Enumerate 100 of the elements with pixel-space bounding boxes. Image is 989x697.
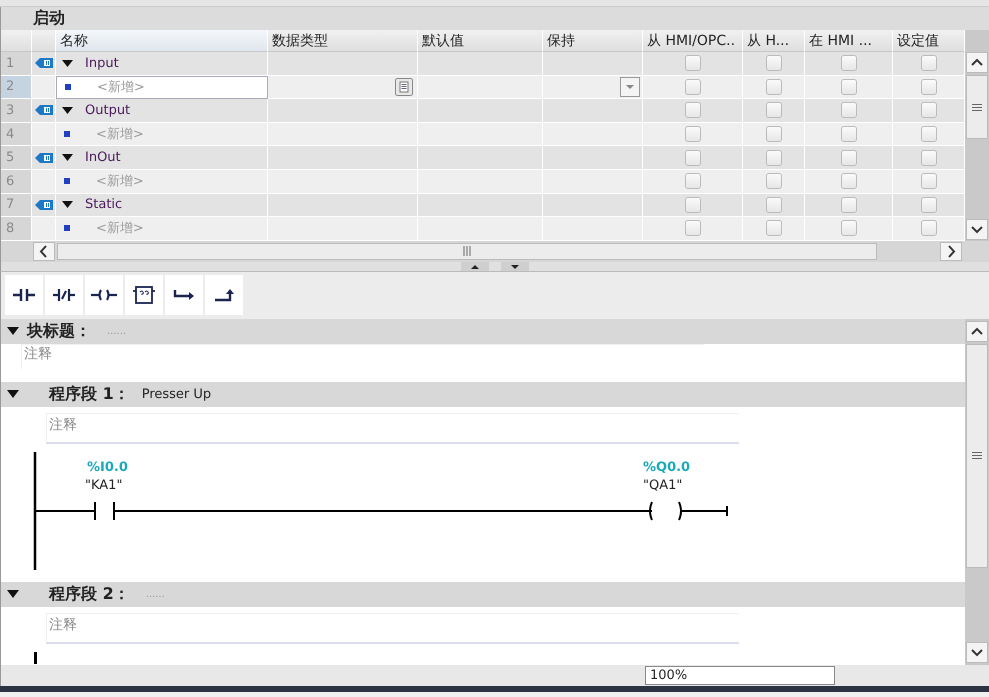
scroll-up-button[interactable]: [966, 52, 988, 73]
table-cell[interactable]: [805, 217, 893, 241]
table-cell[interactable]: [893, 99, 965, 123]
checkbox[interactable]: [766, 78, 782, 95]
checkbox[interactable]: [920, 55, 936, 72]
checkbox[interactable]: [684, 78, 700, 95]
checkbox[interactable]: [684, 150, 700, 166]
table-cell[interactable]: [418, 194, 543, 218]
table-cell[interactable]: InOut: [56, 146, 268, 170]
scrollbar-thumb[interactable]: [966, 344, 988, 568]
collapse-triangle-icon[interactable]: [62, 201, 73, 208]
table-cell[interactable]: [643, 146, 743, 170]
table-cell[interactable]: [268, 217, 418, 241]
comment-field[interactable]: 注释: [46, 612, 739, 644]
table-cell[interactable]: [743, 99, 805, 123]
table-cell[interactable]: [543, 76, 643, 100]
table-cell[interactable]: [268, 99, 418, 123]
row-number[interactable]: 4: [1, 122, 32, 146]
table-cell[interactable]: [268, 146, 418, 170]
table-cell[interactable]: [743, 122, 805, 146]
checkbox[interactable]: [840, 78, 856, 95]
table-cell[interactable]: [805, 99, 893, 123]
table-cell[interactable]: [543, 122, 643, 146]
table-cell[interactable]: [893, 76, 965, 100]
checkbox[interactable]: [766, 150, 782, 166]
add-new-entry[interactable]: <新增>: [96, 219, 144, 238]
table-cell[interactable]: [543, 99, 643, 123]
checkbox[interactable]: [920, 173, 936, 190]
zoom-field[interactable]: 100%: [645, 666, 835, 685]
table-cell[interactable]: [32, 122, 56, 146]
table-cell[interactable]: [418, 76, 543, 100]
open-branch-button[interactable]: [165, 274, 203, 315]
checkbox[interactable]: [684, 126, 700, 142]
table-cell[interactable]: Input: [56, 52, 268, 76]
checkbox[interactable]: [840, 196, 856, 213]
column-header[interactable]: 设定值: [893, 30, 965, 52]
row-number[interactable]: 1: [1, 52, 32, 76]
scroll-left-button[interactable]: [33, 242, 55, 261]
table-cell[interactable]: <新增>: [56, 217, 268, 241]
scroll-up-button[interactable]: [966, 320, 988, 342]
table-cell[interactable]: [268, 170, 418, 194]
network-title-field[interactable]: Presser Up: [142, 386, 212, 402]
checkbox[interactable]: [766, 196, 782, 213]
table-cell[interactable]: [32, 76, 56, 100]
checkbox[interactable]: [766, 55, 782, 72]
table-cell[interactable]: [743, 146, 805, 170]
table-cell[interactable]: Static: [56, 194, 268, 218]
close-branch-button[interactable]: [205, 274, 243, 315]
checkbox[interactable]: [840, 126, 856, 142]
contact-button[interactable]: [5, 274, 43, 315]
closed-contact-button[interactable]: [45, 274, 83, 315]
row-number[interactable]: 6: [1, 170, 32, 194]
collapse-triangle-icon[interactable]: [62, 106, 73, 114]
checkbox[interactable]: [684, 220, 700, 236]
column-header[interactable]: 数据类型: [268, 30, 418, 52]
row-number[interactable]: 7: [1, 194, 32, 218]
table-cell[interactable]: [893, 52, 965, 76]
table-cell[interactable]: [805, 122, 893, 146]
column-header[interactable]: 名称: [56, 30, 268, 52]
checkbox[interactable]: [684, 55, 700, 72]
table-cell[interactable]: [743, 76, 805, 100]
table-cell[interactable]: [643, 52, 743, 76]
coil-button[interactable]: [85, 274, 123, 315]
table-cell[interactable]: [643, 217, 743, 241]
table-cell[interactable]: [543, 170, 643, 194]
collapse-triangle-icon[interactable]: [62, 154, 73, 162]
scroll-down-button[interactable]: [966, 642, 988, 663]
table-cell[interactable]: [418, 146, 543, 170]
table-cell[interactable]: [893, 170, 965, 194]
table-cell[interactable]: [268, 76, 418, 100]
table-cell[interactable]: [893, 217, 965, 241]
column-header[interactable]: 从 HMI/OPC..: [643, 30, 743, 52]
table-cell[interactable]: [643, 76, 743, 100]
row-number[interactable]: 8: [1, 217, 32, 241]
checkbox[interactable]: [920, 102, 936, 118]
comment-field[interactable]: 注释: [21, 344, 704, 369]
scroll-down-button[interactable]: [966, 218, 988, 240]
block-title-field[interactable]: ......: [107, 326, 126, 337]
collapse-triangle-icon[interactable]: [62, 60, 73, 67]
empty-box-button[interactable]: [125, 274, 163, 315]
add-new-entry[interactable]: <新增>: [97, 78, 145, 96]
checkbox[interactable]: [684, 173, 700, 190]
column-header[interactable]: 从 H...: [743, 30, 805, 52]
table-cell[interactable]: [805, 170, 893, 194]
table-cell[interactable]: <新增>: [56, 76, 268, 100]
table-cell[interactable]: [32, 99, 56, 123]
table-cell[interactable]: [543, 52, 643, 76]
table-cell[interactable]: [643, 194, 743, 218]
table-cell[interactable]: [268, 122, 418, 146]
row-number[interactable]: 5: [1, 146, 32, 170]
table-cell[interactable]: [805, 76, 893, 100]
checkbox[interactable]: [840, 150, 856, 166]
checkbox[interactable]: [684, 196, 700, 213]
table-cell[interactable]: [268, 194, 418, 218]
checkbox[interactable]: [766, 102, 782, 118]
checkbox[interactable]: [766, 220, 782, 236]
scroll-right-button[interactable]: [940, 242, 962, 261]
checkbox[interactable]: [920, 220, 936, 236]
table-cell[interactable]: [418, 170, 543, 194]
scrollbar-thumb[interactable]: [57, 242, 877, 260]
